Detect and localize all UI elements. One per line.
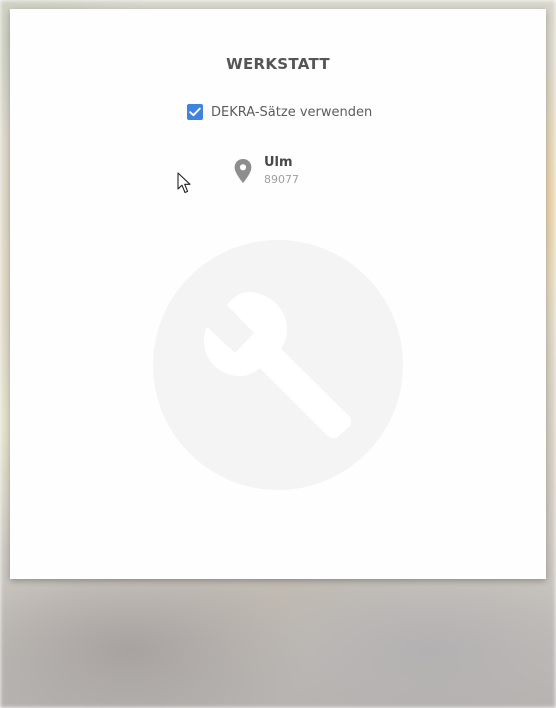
location-text: Ulm 89077: [264, 155, 299, 189]
wrench-icon: [153, 240, 403, 490]
workshop-location[interactable]: Ulm 89077: [234, 155, 299, 189]
dekra-rates-toggle[interactable]: DEKRA-Sätze verwenden: [187, 103, 372, 121]
mouse-pointer-icon: [177, 172, 191, 194]
dekra-checkbox-label[interactable]: DEKRA-Sätze verwenden: [211, 105, 372, 120]
dekra-checkbox[interactable]: [187, 104, 203, 120]
location-zip: 89077: [264, 173, 299, 186]
location-city: Ulm: [264, 155, 293, 170]
checkmark-icon: [189, 107, 201, 117]
map-pin-icon: [234, 159, 252, 183]
workshop-card: WERKSTATT DEKRA-Sätze verwenden Ulm 8907…: [10, 9, 546, 579]
card-title: WERKSTATT: [226, 55, 330, 73]
